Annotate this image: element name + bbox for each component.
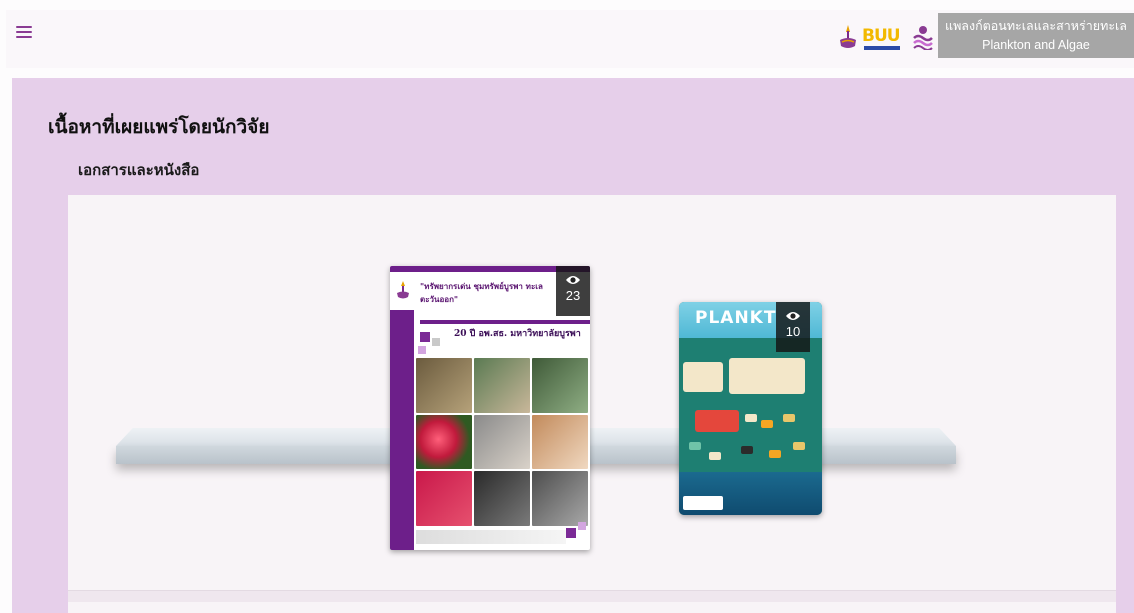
bookshelf-panel [68, 195, 1116, 613]
university-seal-icon [397, 281, 409, 299]
university-seal-icon [840, 25, 856, 48]
app-title-banner[interactable]: แพลงก์ตอนทะเลและสาหร่ายทะเล Plankton and… [938, 13, 1134, 58]
page-title: เนื้อหาที่เผยแพร่โดยนักวิจัย [48, 116, 270, 138]
book-title: PLANKT [695, 308, 777, 328]
book-cover-photos [416, 358, 588, 526]
top-bar: BUU แพลงก์ตอนทะเลและสาหร่ายทะเล Plankton… [6, 10, 1134, 68]
bookshelf-footer [68, 590, 1116, 602]
view-count-badge: 10 [776, 302, 810, 352]
app-title-thai: แพลงก์ตอนทะเลและสาหร่ายทะเล [945, 19, 1127, 33]
view-count: 23 [565, 288, 581, 303]
view-count-badge: 23 [556, 266, 590, 316]
eye-icon [566, 276, 580, 284]
section-title: เอกสารและหนังสือ [78, 161, 200, 179]
project-logo-icon [913, 26, 933, 50]
book-subtitle: 20 ปี อพ.สธ. มหาวิทยาลัยบูรพา [454, 329, 581, 339]
partner-logos: BUU [834, 20, 936, 54]
eye-icon [786, 312, 800, 320]
content-section: เนื้อหาที่เผยแพร่โดยนักวิจัย เอกสารและหน… [12, 78, 1134, 613]
hamburger-menu-icon[interactable] [16, 26, 32, 40]
buu-logo-text: BUU [862, 26, 901, 46]
book-cover-2[interactable]: PLANKT 10 [679, 302, 822, 515]
book-spine [390, 310, 414, 550]
view-count: 10 [785, 324, 801, 339]
book-cover-1[interactable]: "ทรัพยากรเด่น ชุมทรัพย์บูรพา ทะเลตะวันออ… [390, 266, 590, 550]
app-title-english: Plankton and Algae [982, 38, 1090, 52]
buu-logo: BUU [862, 26, 906, 50]
page: BUU แพลงก์ตอนทะเลและสาหร่ายทะเล Plankton… [0, 0, 1134, 613]
book-title: "ทรัพยากรเด่น ชุมทรัพย์บูรพา ทะเลตะวันออ… [420, 281, 543, 304]
